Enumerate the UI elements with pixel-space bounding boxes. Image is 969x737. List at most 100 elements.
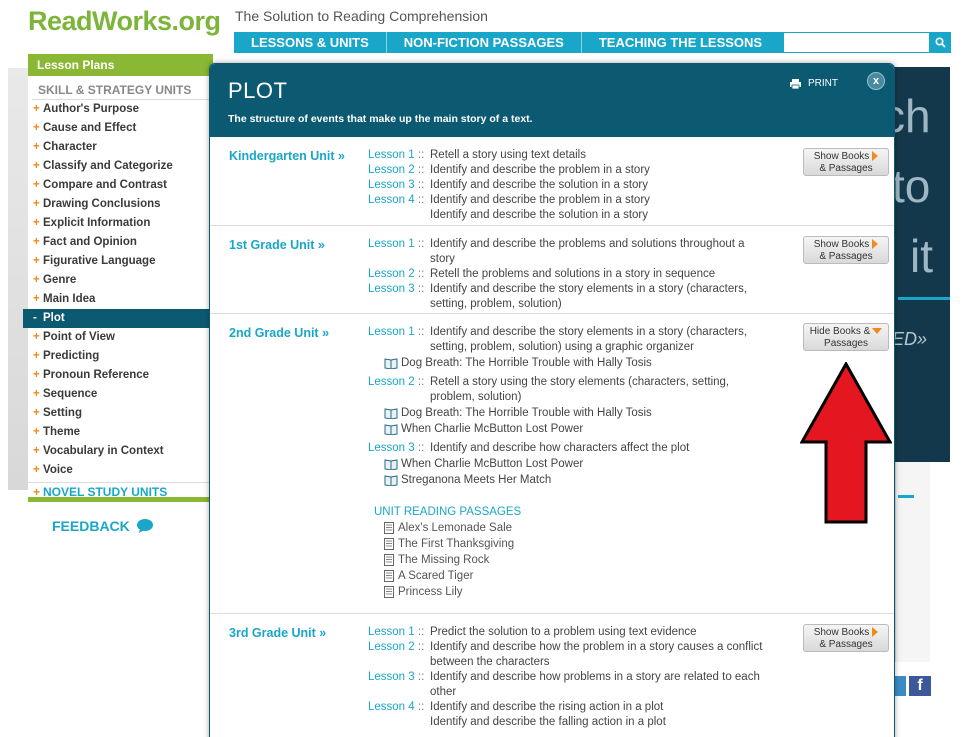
sidebar-item-sequence[interactable]: + Sequence <box>28 385 213 404</box>
sidebar-section-title[interactable]: SKILL & STRATEGY UNITS <box>32 76 209 100</box>
lesson-link[interactable]: Lesson 3 :: <box>368 282 430 297</box>
lesson-link[interactable]: Lesson 2 :: <box>368 640 430 655</box>
lesson-row: Lesson 2 :: Identify and describe the pro… <box>368 163 778 178</box>
sidebar-item-character[interactable]: + Character <box>28 138 213 157</box>
sidebar-item-plot[interactable]: - Plot <box>23 309 213 328</box>
sidebar-item-setting[interactable]: + Setting <box>28 404 213 423</box>
lesson-link-label[interactable]: Lesson 2 <box>368 268 415 280</box>
passage-title[interactable]: The First Thanksgiving <box>398 536 514 552</box>
lesson-link-label[interactable]: Lesson 1 <box>368 326 415 338</box>
passage-item[interactable]: Alex's Lemonade Sale <box>368 520 778 536</box>
speech-bubble-icon <box>136 519 153 533</box>
book-title[interactable]: When Charlie McButton Lost Power <box>401 456 583 472</box>
lesson-link-label[interactable]: Lesson 3 <box>368 283 415 295</box>
book-item[interactable]: Dog Breath: The Horrible Trouble with Ha… <box>368 405 778 421</box>
sidebar-item-pronoun-reference[interactable]: + Pronoun Reference <box>28 366 213 385</box>
lesson-link[interactable]: Lesson 1 :: <box>368 325 430 340</box>
book-title[interactable]: Dog Breath: The Horrible Trouble with Ha… <box>401 405 652 421</box>
sidebar-item-label: Voice <box>43 464 73 476</box>
lesson-link-label[interactable]: Lesson 1 <box>368 626 415 638</box>
passage-item[interactable]: A Scared Tiger <box>368 568 778 584</box>
passage-title[interactable]: Alex's Lemonade Sale <box>398 520 512 536</box>
book-item[interactable]: When Charlie McButton Lost Power <box>368 421 778 437</box>
sidebar-item-label: Setting <box>43 407 82 419</box>
lesson-link-label[interactable]: Lesson 3 <box>368 179 415 191</box>
lesson-link[interactable]: Lesson 4 :: <box>368 700 430 715</box>
passage-item[interactable]: The Missing Rock <box>368 552 778 568</box>
book-title[interactable]: Streganona Meets Her Match <box>401 472 551 488</box>
lesson-link[interactable]: Lesson 3 :: <box>368 670 430 685</box>
feedback-link[interactable]: FEEDBACK <box>52 518 154 534</box>
sidebar-item-point-of-view[interactable]: + Point of View <box>28 328 213 347</box>
unit-title-link[interactable]: Kindergarten Unit » <box>229 149 345 163</box>
lesson-link[interactable]: Lesson 1 :: <box>368 148 430 163</box>
passage-item[interactable]: Princess Lily <box>368 584 778 600</box>
lesson-link[interactable]: Lesson 3 :: <box>368 178 430 193</box>
sidebar-item-fact-and-opinion[interactable]: + Fact and Opinion <box>28 233 213 252</box>
nav-lessons-units[interactable]: LESSONS & UNITS <box>234 32 387 53</box>
nav-teaching-the-lessons[interactable]: TEACHING THE LESSONS <box>582 32 779 53</box>
lesson-row: Lesson 3 :: Identify and describe how pro… <box>368 670 778 685</box>
nav-non-fiction-passages[interactable]: NON-FICTION PASSAGES <box>387 32 582 53</box>
lesson-link-label[interactable]: Lesson 4 <box>368 701 415 713</box>
lesson-link[interactable]: Lesson 2 :: <box>368 267 430 282</box>
close-button[interactable]: x <box>867 72 885 90</box>
lesson-link[interactable]: Lesson 3 :: <box>368 441 430 456</box>
plot-modal: PLOT The structure of events that make u… <box>209 63 895 737</box>
show-books-passages-button[interactable]: Show Books & Passages <box>803 624 889 652</box>
twitter-icon[interactable] <box>894 676 906 696</box>
facebook-icon[interactable]: f <box>909 676 931 696</box>
lesson-link-label[interactable]: Lesson 1 <box>368 149 415 161</box>
search-input[interactable] <box>783 32 930 53</box>
document-icon <box>384 522 394 534</box>
lesson-link-label[interactable]: Lesson 1 <box>368 238 415 250</box>
unit-title-link[interactable]: 3rd Grade Unit » <box>229 626 326 640</box>
background-panel-lower <box>895 462 930 662</box>
passage-title[interactable]: A Scared Tiger <box>398 568 473 584</box>
sidebar-item-cause-and-effect[interactable]: + Cause and Effect <box>28 119 213 138</box>
book-item[interactable]: When Charlie McButton Lost Power <box>368 456 778 472</box>
lesson-link-label[interactable]: Lesson 2 <box>368 376 415 388</box>
book-title[interactable]: Dog Breath: The Horrible Trouble with Ha… <box>401 355 652 371</box>
sidebar-item-author-s-purpose[interactable]: + Author's Purpose <box>28 100 213 119</box>
unit-title-link[interactable]: 1st Grade Unit » <box>229 238 325 252</box>
lesson-link[interactable]: Lesson 2 :: <box>368 375 430 390</box>
lesson-link[interactable]: Lesson 2 :: <box>368 163 430 178</box>
separator: :: <box>414 626 425 638</box>
show-books-passages-button[interactable]: Show Books & Passages <box>803 148 889 176</box>
lesson-link-label[interactable]: Lesson 3 <box>368 442 415 454</box>
hide-books-passages-button[interactable]: Hide Books & Passages <box>803 323 889 351</box>
passage-title[interactable]: Princess Lily <box>398 584 463 600</box>
unit-title-link[interactable]: 2nd Grade Unit » <box>229 326 329 340</box>
passage-title[interactable]: The Missing Rock <box>398 552 489 568</box>
sidebar-item-figurative-language[interactable]: + Figurative Language <box>28 252 213 271</box>
search-button[interactable] <box>930 32 951 53</box>
show-books-passages-button[interactable]: Show Books & Passages <box>803 236 889 264</box>
book-item[interactable]: Dog Breath: The Horrible Trouble with Ha… <box>368 355 778 371</box>
lesson-link-label[interactable]: Lesson 3 <box>368 671 415 683</box>
sidebar-item-theme[interactable]: + Theme <box>28 423 213 442</box>
passage-item[interactable]: The First Thanksgiving <box>368 536 778 552</box>
book-title[interactable]: When Charlie McButton Lost Power <box>401 421 583 437</box>
lesson-link-label[interactable]: Lesson 2 <box>368 641 415 653</box>
sidebar-item-vocabulary-in-context[interactable]: + Vocabulary in Context <box>28 442 213 461</box>
book-item[interactable]: Streganona Meets Her Match <box>368 472 778 488</box>
sidebar-item-predicting[interactable]: + Predicting <box>28 347 213 366</box>
button-label-line-2: Passages <box>824 338 868 349</box>
lesson-link[interactable]: Lesson 4 :: <box>368 193 430 208</box>
sidebar-item-explicit-information[interactable]: + Explicit Information <box>28 214 213 233</box>
separator: :: <box>414 376 425 388</box>
lesson-link-label[interactable]: Lesson 4 <box>368 194 415 206</box>
sidebar-item-main-idea[interactable]: + Main Idea <box>28 290 213 309</box>
sidebar-item-compare-and-contrast[interactable]: + Compare and Contrast <box>28 176 213 195</box>
lesson-row: other <box>368 685 778 700</box>
sidebar-item-classify-and-categorize[interactable]: + Classify and Categorize <box>28 157 213 176</box>
print-button[interactable]: PRINT <box>790 78 838 89</box>
sidebar-item-voice[interactable]: + Voice <box>28 461 213 480</box>
readworks-logo[interactable]: ReadWorks.org <box>28 6 221 37</box>
lesson-link-label[interactable]: Lesson 2 <box>368 164 415 176</box>
sidebar-item-drawing-conclusions[interactable]: + Drawing Conclusions <box>28 195 213 214</box>
lesson-link[interactable]: Lesson 1 :: <box>368 237 430 252</box>
sidebar-item-genre[interactable]: + Genre <box>28 271 213 290</box>
lesson-link[interactable]: Lesson 1 :: <box>368 625 430 640</box>
